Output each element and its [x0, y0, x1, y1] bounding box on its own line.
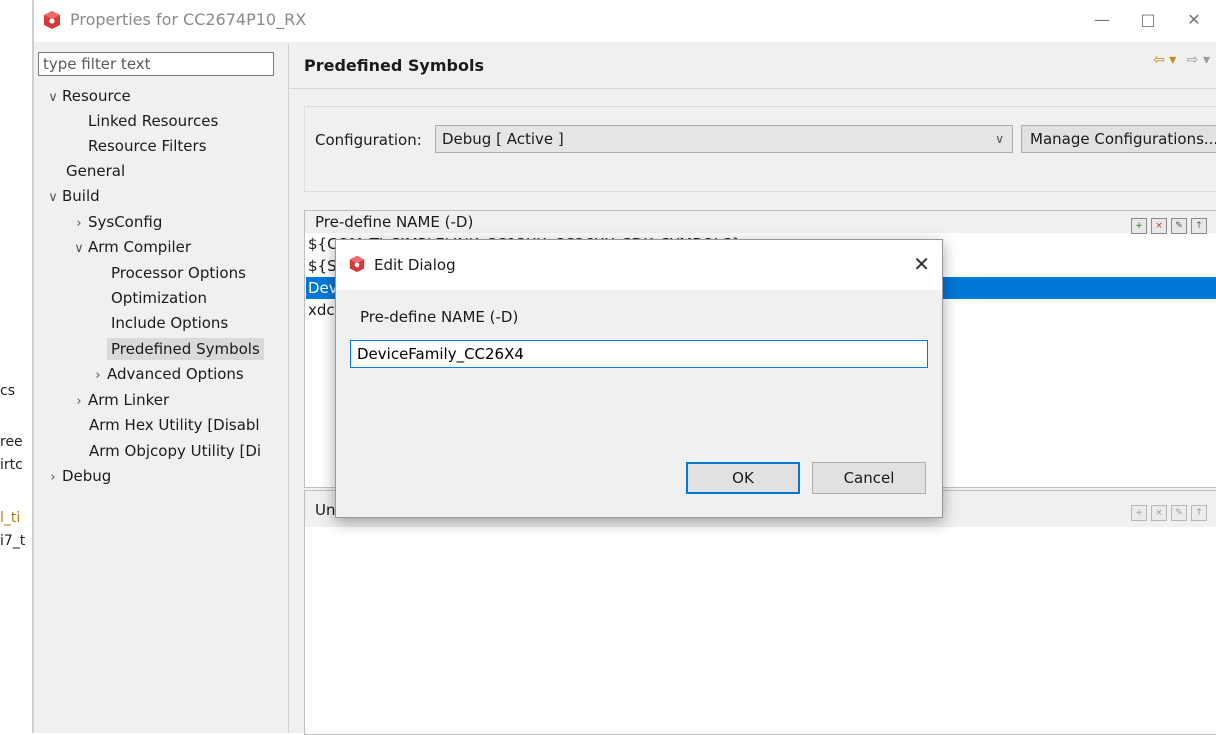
tree-item-arm-hex-utility[interactable]: Arm Hex Utility [Disabl — [89, 414, 279, 436]
panel-title: Un — [315, 501, 336, 519]
app-logo-icon — [44, 11, 60, 29]
chevron-down-icon[interactable]: ∨ — [44, 87, 62, 109]
forward-arrow-icon[interactable]: ⇨ ▾ — [1187, 52, 1210, 68]
tree-item-label: Arm Linker — [88, 391, 170, 409]
tree-item-advanced-options[interactable]: › Advanced Options — [89, 363, 244, 387]
tree-item-label: Linked Resources — [88, 112, 219, 130]
tree-item-sysconfig[interactable]: › SysConfig — [70, 211, 162, 233]
tree-item-label: Debug — [62, 467, 112, 485]
tree-item-label: Arm Compiler — [88, 238, 192, 256]
move-up-icon[interactable]: ↑ — [1191, 505, 1207, 521]
panel-title: Pre-define NAME (-D) — [315, 213, 474, 231]
background-text: irtc — [0, 457, 23, 473]
configuration-value: Debug [ Active ] — [442, 130, 564, 148]
move-up-icon[interactable]: ↑ — [1191, 218, 1207, 234]
tree-item-label: Arm Hex Utility [Disabl — [89, 416, 260, 434]
tree-item-arm-compiler[interactable]: ∨ Arm Compiler — [70, 236, 191, 258]
undefine-symbols-panel: Un + × ✎ ↑ — [304, 490, 1216, 735]
dialog-title-bar[interactable]: Edit Dialog ✕ — [336, 240, 942, 290]
maximize-button[interactable]: □ — [1126, 6, 1170, 34]
chevron-right-icon[interactable]: › — [89, 365, 107, 387]
panel-header: Pre-define NAME (-D) + × ✎ ↑ — [305, 211, 1216, 234]
chevron-right-icon[interactable]: › — [70, 391, 88, 413]
chevron-right-icon[interactable]: › — [44, 467, 62, 489]
cancel-button[interactable]: Cancel — [812, 462, 926, 494]
chevron-right-icon[interactable]: › — [70, 213, 88, 235]
field-label: Pre-define NAME (-D) — [360, 308, 519, 326]
tree-item-label: Resource Filters — [88, 137, 207, 155]
edit-icon[interactable]: ✎ — [1171, 505, 1187, 521]
window-title: Properties for CC2674P10_RX — [70, 10, 307, 29]
tree-item-label: SysConfig — [88, 213, 163, 231]
delete-icon[interactable]: × — [1151, 218, 1167, 234]
tree-item-optimization[interactable]: Optimization — [111, 287, 207, 309]
chevron-down-icon: ∨ — [995, 132, 1004, 146]
tree-item-label: Arm Objcopy Utility [Di — [89, 442, 262, 460]
panel-toolbar: + × ✎ ↑ — [1127, 501, 1207, 521]
tree-item-arm-objcopy-utility[interactable]: Arm Objcopy Utility [Di — [89, 440, 279, 462]
tree-item-build[interactable]: ∨ Build — [44, 185, 100, 209]
tree-item-resource-filters[interactable]: Resource Filters — [88, 135, 207, 157]
tree-item-general[interactable]: General — [66, 160, 125, 182]
tree-item-processor-options[interactable]: Processor Options — [111, 262, 246, 284]
minimize-button[interactable]: — — [1080, 6, 1124, 34]
background-window-strip: cs ree irtc l_ti i7_t — [0, 0, 34, 733]
tree-item-debug[interactable]: › Debug — [44, 465, 111, 487]
tree-item-label: Resource — [62, 87, 131, 105]
dialog-title: Edit Dialog — [374, 256, 456, 274]
configuration-select[interactable]: Debug [ Active ] ∨ — [435, 125, 1013, 153]
app-logo-icon — [349, 255, 365, 273]
tree-item-linked-resources[interactable]: Linked Resources — [88, 110, 218, 132]
edit-icon[interactable]: ✎ — [1171, 218, 1187, 234]
tree-item-label: Advanced Options — [107, 365, 244, 383]
chevron-down-icon[interactable]: ∨ — [70, 238, 88, 260]
tree-item-label: Build — [62, 187, 100, 205]
title-bar[interactable]: Properties for CC2674P10_RX — □ ✕ — [34, 0, 1216, 42]
divider — [288, 88, 1216, 89]
chevron-down-icon[interactable]: ∨ — [44, 187, 62, 209]
tree-item-arm-linker[interactable]: › Arm Linker — [70, 389, 169, 411]
panel-toolbar: + × ✎ ↑ — [1127, 214, 1207, 234]
tree-item-label: Predefined Symbols — [111, 340, 260, 358]
manage-configurations-button[interactable]: Manage Configurations... — [1021, 125, 1216, 153]
symbol-name-input[interactable] — [350, 340, 928, 368]
tree-item-include-options[interactable]: Include Options — [111, 312, 228, 334]
close-icon[interactable]: ✕ — [913, 252, 930, 276]
configuration-group: Configuration: Debug [ Active ] ∨ Manage… — [304, 106, 1216, 192]
ok-button[interactable]: OK — [686, 462, 800, 494]
edit-dialog: Edit Dialog ✕ Pre-define NAME (-D) OK Ca… — [335, 239, 943, 518]
tree-item-predefined-symbols[interactable]: Predefined Symbols — [107, 338, 264, 360]
delete-icon[interactable]: × — [1151, 505, 1167, 521]
background-text: cs — [0, 383, 15, 399]
tree-item-label: General — [66, 162, 126, 180]
close-button[interactable]: ✕ — [1172, 6, 1216, 34]
tree-item-label: Include Options — [111, 314, 229, 332]
background-text: ree — [0, 434, 23, 450]
tree-item-label: Optimization — [111, 289, 207, 307]
tree-item-resource[interactable]: ∨ Resource — [44, 85, 131, 107]
configuration-label: Configuration: — [315, 131, 422, 149]
add-icon[interactable]: + — [1131, 505, 1147, 521]
page-title: Predefined Symbols — [304, 56, 484, 75]
back-arrow-icon[interactable]: ⇦ ▾ — [1153, 52, 1176, 68]
tree-item-label: Processor Options — [111, 264, 246, 282]
add-icon[interactable]: + — [1131, 218, 1147, 234]
filter-input[interactable]: type filter text — [38, 52, 274, 76]
navigation-arrows: ⇦ ▾ ⇨ ▾ — [1153, 52, 1210, 68]
background-text: l_ti — [0, 510, 21, 526]
background-text: i7_t — [0, 533, 26, 549]
